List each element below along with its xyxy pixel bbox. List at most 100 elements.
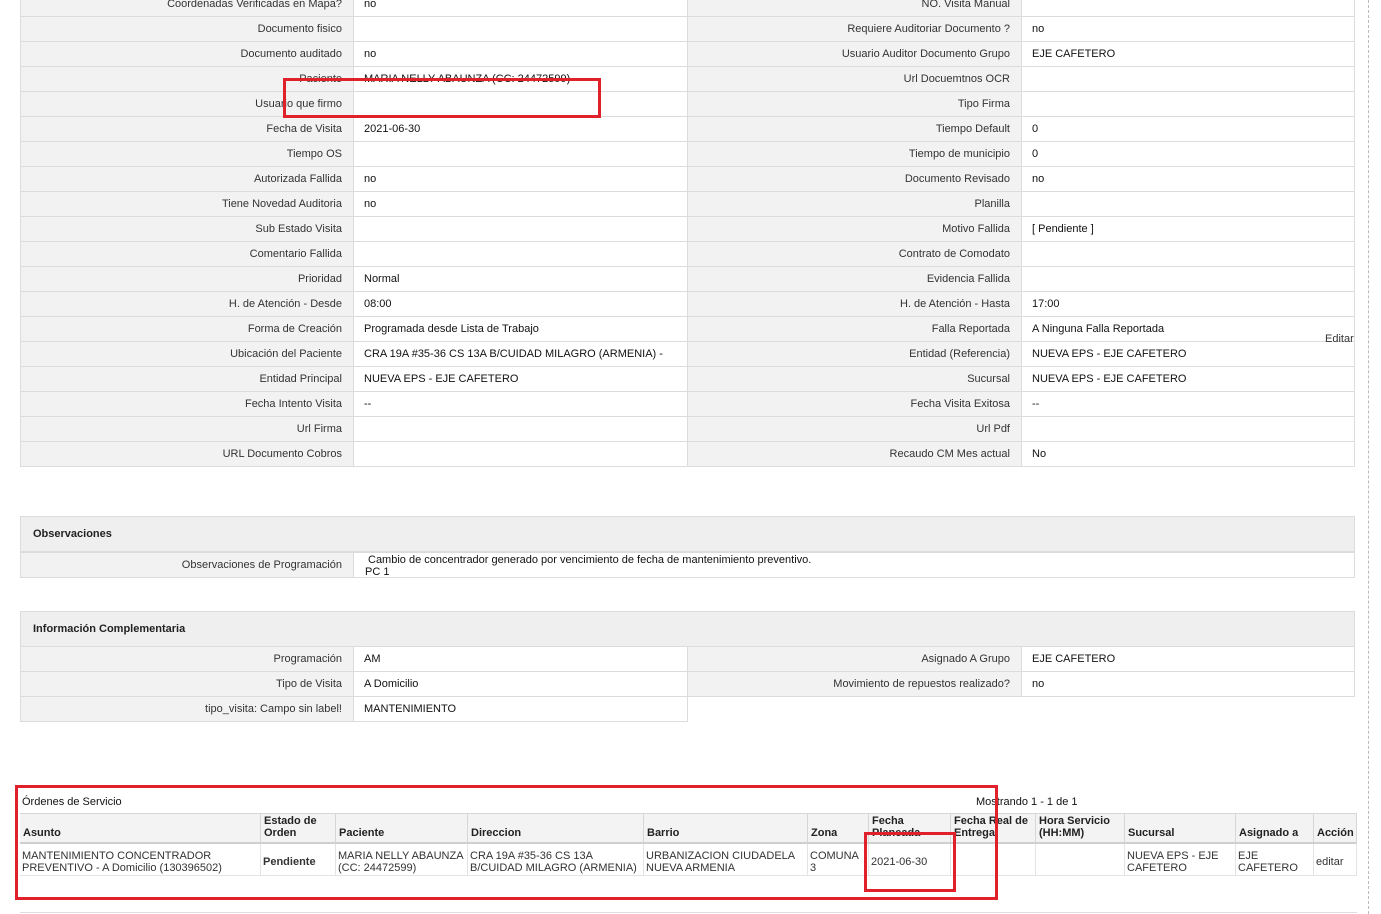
orders-count: Mostrando 1 - 1 de 1 [976, 796, 1078, 808]
field-label-tiempo-de-municipio: Tiempo de municipio [688, 142, 1022, 167]
editar-order-link[interactable]: editar [1314, 844, 1357, 876]
field-value-tiempo-de-municipio: 0 [1022, 142, 1355, 167]
field-value-documento-fisico [354, 17, 688, 42]
column-header-fecha-planeada[interactable]: Fecha Planeada [869, 813, 951, 844]
page-edge-dashed [1368, 0, 1369, 914]
column-header-sucursal[interactable]: Sucursal [1125, 813, 1236, 844]
column-header-paciente[interactable]: Paciente [336, 813, 468, 844]
field-value-recaudo-cm-mes-actual: No [1022, 442, 1355, 467]
detail-row: URL Documento Cobros Recaudo CM Mes actua… [20, 442, 1355, 467]
field-label-fecha-visita-exitosa: Fecha Visita Exitosa [688, 392, 1022, 417]
field-label-tipo-firma: Tipo Firma [688, 92, 1022, 117]
field-label-fecha-intento-visita: Fecha Intento Visita [20, 392, 354, 417]
field-label-usuario-auditor-documento-grupo: Usuario Auditor Documento Grupo [688, 42, 1022, 67]
field-label-tiene-novedad-auditoria: Tiene Novedad Auditoria [20, 192, 354, 217]
field-label-url-pdf: Url Pdf [688, 417, 1022, 442]
detail-row: Url Firma Url Pdf [20, 417, 1355, 442]
detail-row: tipo_visita: Campo sin label! MANTENIMIEN… [20, 697, 1355, 722]
cell-zona: COMUNA 3 [808, 844, 869, 876]
field-value-url-pdf [1022, 417, 1355, 442]
bottom-divider [20, 912, 1357, 913]
field-value-fecha-de-visita: 2021-06-30 [354, 117, 688, 142]
field-label-tipo-visita-campo-sin-label: tipo_visita: Campo sin label! [20, 697, 354, 722]
field-label-contrato-de-comodato: Contrato de Comodato [688, 242, 1022, 267]
complementaria-header: Información Complementaria [20, 611, 1355, 647]
observaciones-line-2: PC 1 [365, 566, 390, 578]
field-value-no-visita-manual [1022, 0, 1355, 17]
field-value-programacion: AM [354, 647, 688, 672]
field-value-planilla [1022, 192, 1355, 217]
detail-row: Entidad Principal NUEVA EPS - EJE CAFETER… [20, 367, 1355, 392]
field-label-prioridad: Prioridad [20, 267, 354, 292]
field-label-asignado-a-grupo: Asignado A Grupo [688, 647, 1022, 672]
column-header-estado-de-orden[interactable]: Estado de Orden [261, 813, 336, 844]
field-label-tiempo-os: Tiempo OS [20, 142, 354, 167]
field-label-h-de-atencion-hasta: H. de Atención - Hasta [688, 292, 1022, 317]
field-label-autorizada-fallida: Autorizada Fallida [20, 167, 354, 192]
field-value-asignado-a-grupo: EJE CAFETERO [1022, 647, 1355, 672]
field-value-movimiento-de-repuestos-realizado: no [1022, 672, 1355, 697]
detail-row: Fecha de Visita 2021-06-30 Tiempo Default 0 [20, 117, 1355, 142]
detail-row: Sub Estado Visita Motivo Fallida[ Pendien… [20, 217, 1355, 242]
column-header-asignado-a[interactable]: Asignado a [1236, 813, 1314, 844]
field-value-usuario-que-firmo [354, 92, 688, 117]
field-value-url-firma [354, 417, 688, 442]
column-header-barrio[interactable]: Barrio [644, 813, 808, 844]
observaciones-line-1: Cambio de concentrador generado por venc… [368, 554, 812, 566]
field-label-requiere-auditoriar-documento: Requiere Auditoriar Documento ? [688, 17, 1022, 42]
column-header-hora-servicio-hh-mm[interactable]: Hora Servicio (HH:MM) [1036, 813, 1125, 844]
field-value-h-de-atencion-desde: 08:00 [354, 292, 688, 317]
field-label-sucursal: Sucursal [688, 367, 1022, 392]
field-value-coordenadas-verificadas-en-mapa: no [354, 0, 688, 17]
table-row: MANTENIMIENTO CONCENTRADOR PREVENTIVO - … [20, 844, 1357, 876]
orders-table: Asunto Estado de Orden Paciente Direccion Ba… [20, 813, 1357, 876]
visit-detail-grid: Coordenadas Verificadas en Mapa? no NO. Vi… [20, 0, 1355, 467]
field-value-forma-de-creacion: Programada desde Lista de Trabajo [354, 317, 688, 342]
field-value-ubicacion-del-paciente: CRA 19A #35-36 CS 13A B/CUIDAD MILAGRO (… [354, 342, 688, 367]
field-label-programacion: Programación [20, 647, 354, 672]
cell-paciente: MARIA NELLY ABAUNZA (CC: 24472599) [336, 844, 468, 876]
field-value-contrato-de-comodato [1022, 242, 1355, 267]
field-label-motivo-fallida: Motivo Fallida [688, 217, 1022, 242]
edit-link[interactable]: Editar [1325, 333, 1354, 345]
column-header-accion[interactable]: Acción [1314, 813, 1357, 844]
cell-hora-servicio-hh-mm [1036, 844, 1125, 876]
field-value-entidad-referencia: NUEVA EPS - EJE CAFETERO [1022, 342, 1355, 367]
field-value-requiere-auditoriar-documento: no [1022, 17, 1355, 42]
observaciones-label: Observaciones de Programación [20, 552, 354, 578]
field-value-comentario-fallida [354, 242, 688, 267]
column-header-asunto[interactable]: Asunto [20, 813, 261, 844]
field-label-entidad-principal: Entidad Principal [20, 367, 354, 392]
field-value-fecha-intento-visita: -- [354, 392, 688, 417]
observaciones-header: Observaciones [20, 516, 1355, 552]
field-label-planilla: Planilla [688, 192, 1022, 217]
field-value-tiempo-os [354, 142, 688, 167]
detail-row: Usuario que firmo Tipo Firma [20, 92, 1355, 117]
detail-row: Tipo de Visita A Domicilio Movimiento de r… [20, 672, 1355, 697]
detail-row: Documento auditado no Usuario Auditor Docu… [20, 42, 1355, 67]
detail-row: Documento fisico Requiere Auditoriar Docu… [20, 17, 1355, 42]
field-label-comentario-fallida: Comentario Fallida [20, 242, 354, 267]
field-label-paciente: Paciente [20, 67, 354, 92]
field-value-prioridad: Normal [354, 267, 688, 292]
column-header-direccion[interactable]: Direccion [468, 813, 644, 844]
field-label-no-visita-manual: NO. Visita Manual [688, 0, 1022, 17]
field-value-url-docuemtnos-ocr [1022, 67, 1355, 92]
field-value-autorizada-fallida: no [354, 167, 688, 192]
column-header-fecha-real-de-entrega[interactable]: Fecha Real de Entrega [951, 813, 1036, 844]
field-label-entidad-referencia: Entidad (Referencia) [688, 342, 1022, 367]
field-value-motivo-fallida: [ Pendiente ] [1022, 217, 1355, 242]
field-value-sub-estado-visita [354, 217, 688, 242]
field-value-tiempo-default: 0 [1022, 117, 1355, 142]
field-label-sub-estado-visita: Sub Estado Visita [20, 217, 354, 242]
field-value-evidencia-fallida [1022, 267, 1355, 292]
field-label-evidencia-fallida: Evidencia Fallida [688, 267, 1022, 292]
detail-row: Autorizada Fallida no Documento Revisado no [20, 167, 1355, 192]
cell-estado-de-orden: Pendiente [261, 844, 336, 876]
field-label-ubicacion-del-paciente: Ubicación del Paciente [20, 342, 354, 367]
field-value-documento-auditado: no [354, 42, 688, 67]
cell-direccion: CRA 19A #35-36 CS 13A B/CUIDAD MILAGRO (… [468, 844, 644, 876]
column-header-zona[interactable]: Zona [808, 813, 869, 844]
orders-body: MANTENIMIENTO CONCENTRADOR PREVENTIVO - … [20, 844, 1357, 876]
field-label-documento-revisado: Documento Revisado [688, 167, 1022, 192]
